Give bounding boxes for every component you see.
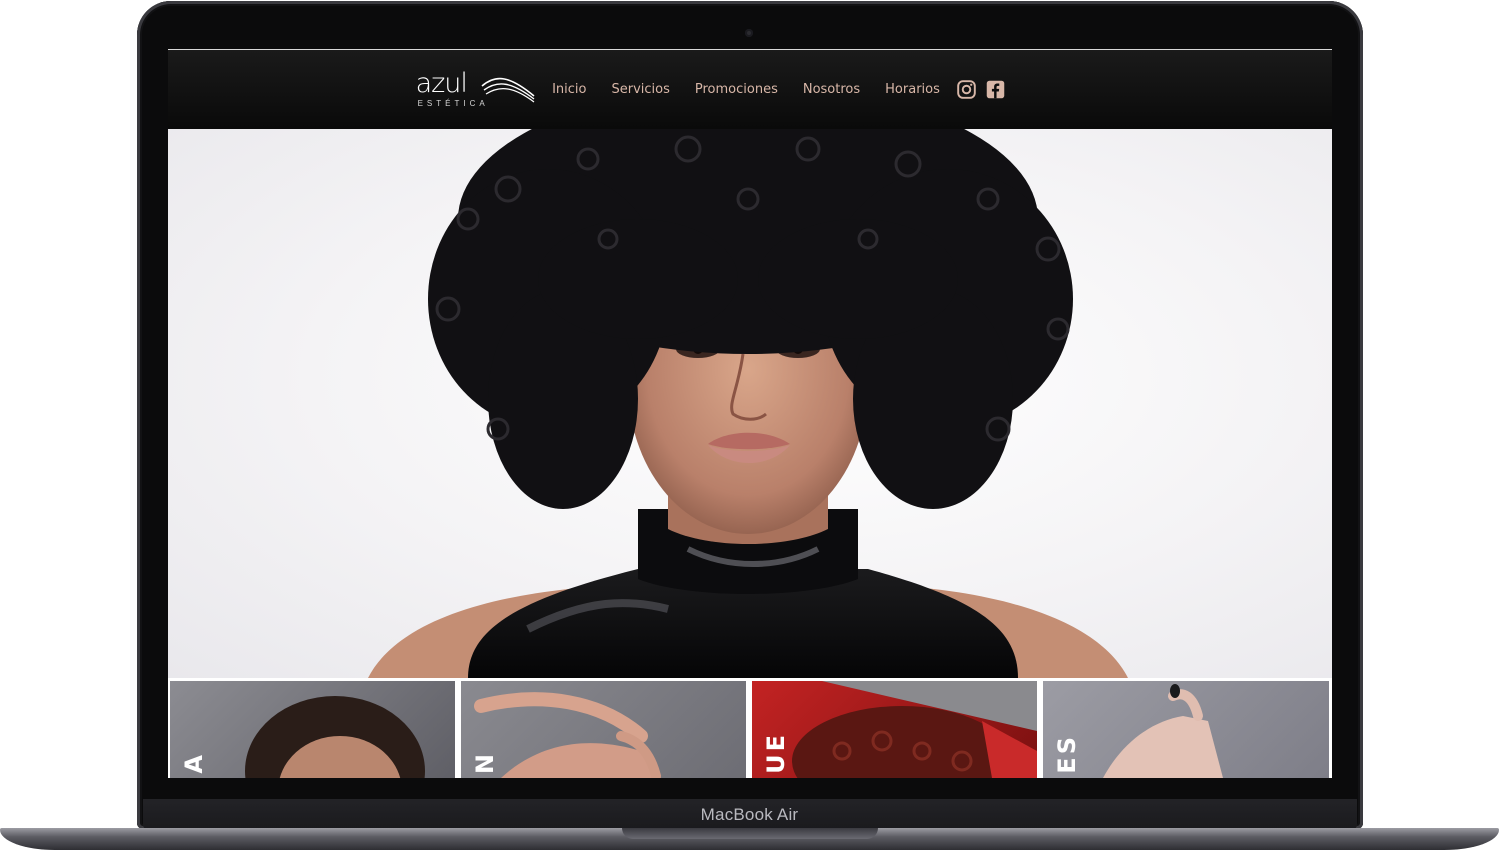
logo-subtitle: ESTÉTICA bbox=[417, 98, 489, 108]
instagram-icon[interactable] bbox=[956, 79, 977, 100]
card-2-label: N bbox=[471, 750, 499, 774]
social-links bbox=[956, 79, 1014, 100]
card-1-label: A bbox=[180, 752, 208, 774]
card-1-image bbox=[245, 696, 425, 778]
nav-promociones[interactable]: Promociones bbox=[695, 82, 778, 97]
category-card-2[interactable]: N bbox=[461, 681, 746, 778]
wave-icon bbox=[481, 77, 535, 102]
laptop-notch bbox=[622, 828, 878, 839]
category-cards: A N UE ES bbox=[168, 678, 1332, 778]
hero-banner bbox=[168, 129, 1332, 678]
nav-nosotros[interactable]: Nosotros bbox=[803, 82, 860, 97]
nav-servicios[interactable]: Servicios bbox=[612, 82, 670, 97]
logo-wordmark: azul bbox=[415, 67, 468, 99]
website-screen: azul ESTÉTICA Inicio Servicios Promocion… bbox=[168, 49, 1332, 778]
card-3-image bbox=[792, 681, 1037, 778]
navbar: azul ESTÉTICA Inicio Servicios Promocion… bbox=[168, 49, 1332, 129]
category-card-3[interactable]: UE bbox=[752, 681, 1037, 778]
card-2-image bbox=[474, 692, 661, 778]
facebook-icon[interactable] bbox=[985, 79, 1006, 100]
card-4-image bbox=[1103, 684, 1223, 778]
card-3-label: UE bbox=[762, 732, 790, 774]
category-card-4[interactable]: ES bbox=[1043, 681, 1329, 778]
device-model-label: MacBook Air bbox=[700, 805, 799, 824]
category-card-1[interactable]: A bbox=[170, 681, 455, 778]
camera-icon bbox=[745, 29, 753, 37]
nav-horarios[interactable]: Horarios bbox=[885, 82, 940, 97]
nav-inicio[interactable]: Inicio bbox=[552, 82, 586, 97]
card-4-label: ES bbox=[1053, 734, 1081, 774]
brand-logo[interactable]: azul ESTÉTICA bbox=[415, 67, 535, 110]
hero-portrait bbox=[368, 129, 1128, 678]
